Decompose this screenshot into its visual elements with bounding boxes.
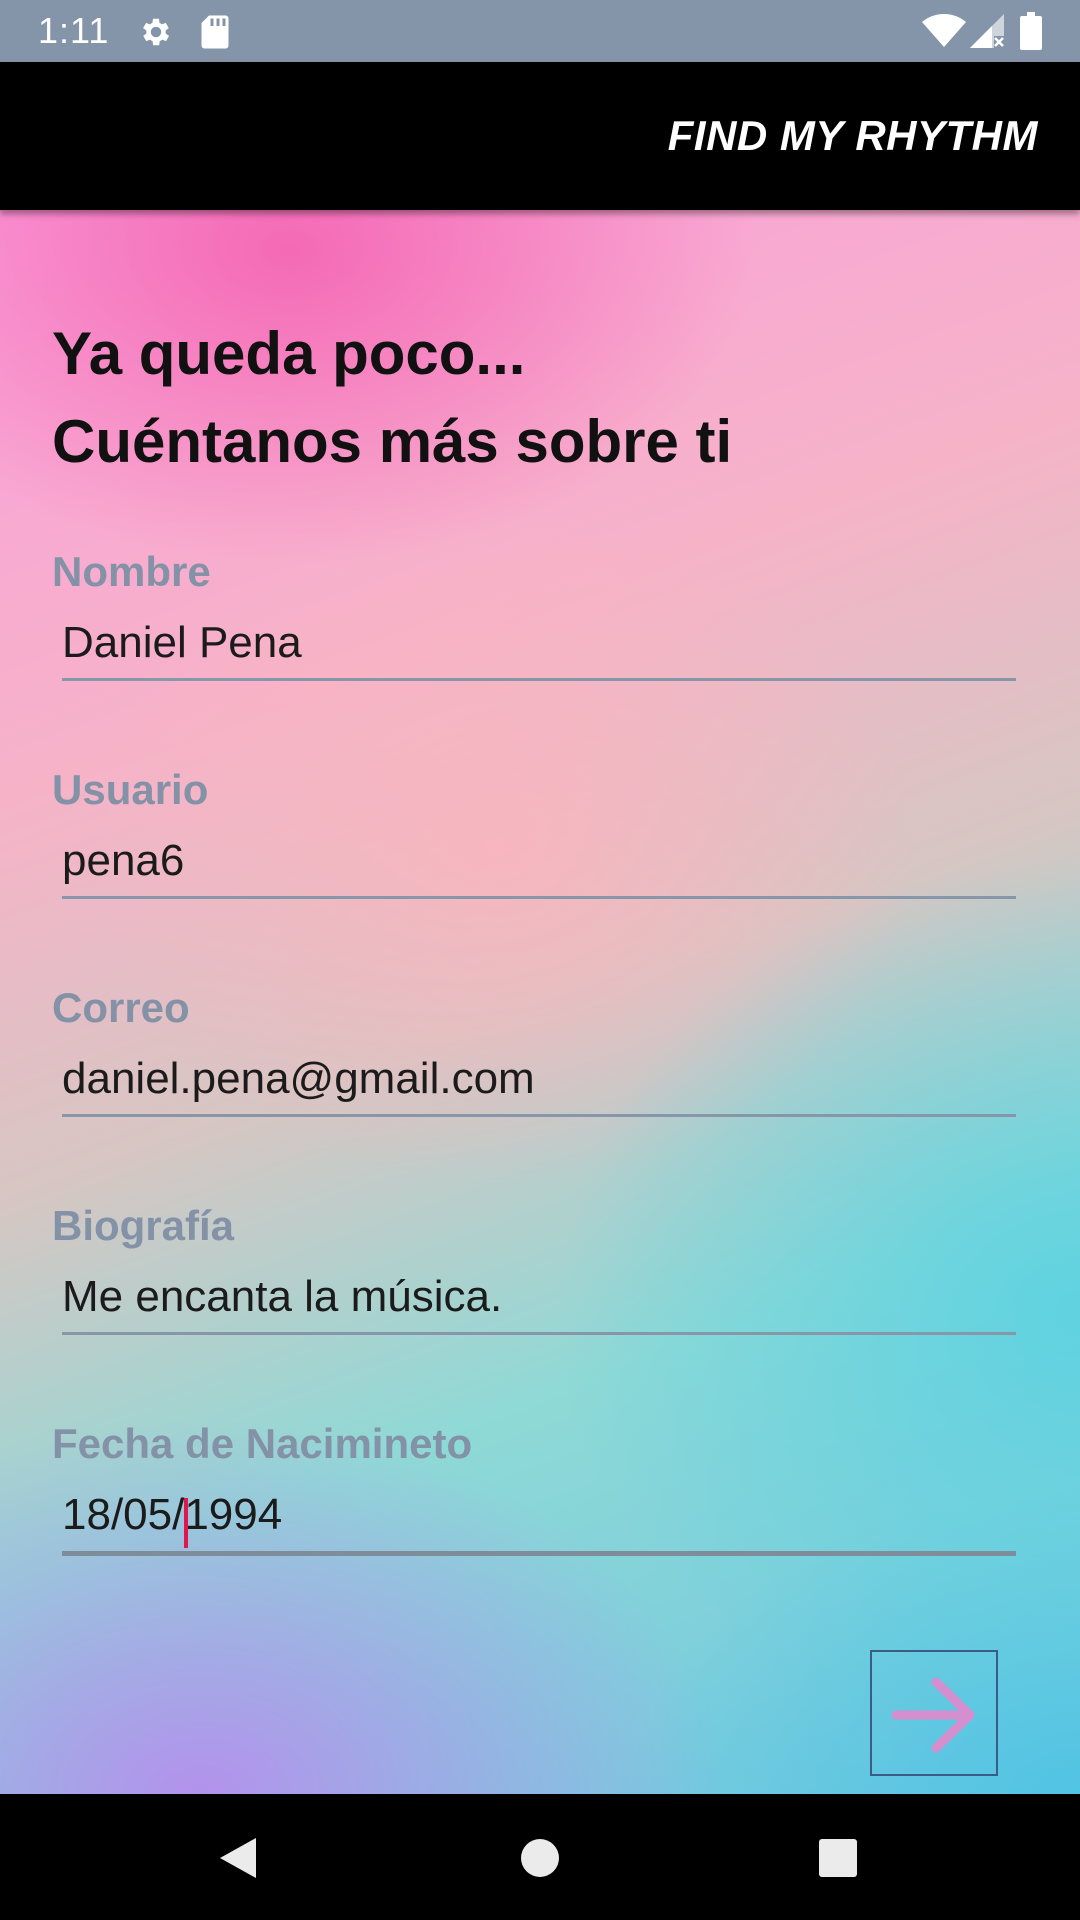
signal-icon — [970, 14, 1004, 48]
biografia-underline — [62, 1332, 1016, 1335]
fecha-label: Fecha de Nacimineto — [52, 1420, 473, 1467]
correo-label: Correo — [52, 984, 190, 1031]
home-icon[interactable] — [520, 1838, 560, 1878]
nombre-underline — [62, 678, 1016, 681]
arrow-right-icon — [891, 1677, 975, 1753]
gear-icon — [143, 18, 170, 46]
usuario-field[interactable]: pena6 — [62, 836, 1012, 886]
correo-field[interactable]: daniel.pena@gmail.com — [62, 1054, 1012, 1104]
next-button[interactable] — [870, 1650, 998, 1776]
recents-icon[interactable] — [818, 1838, 858, 1878]
back-icon[interactable] — [216, 1834, 260, 1882]
correo-underline — [62, 1114, 1016, 1117]
fecha-underline — [62, 1551, 1016, 1556]
app-bar: FIND MY RHYTHM — [0, 62, 1080, 210]
biografia-field[interactable]: Me encanta la música. — [62, 1272, 1012, 1322]
navigation-bar — [0, 1794, 1080, 1920]
status-time: 1:11 — [38, 10, 110, 51]
heading-line-1: Ya queda poco... — [52, 320, 526, 387]
biografia-label: Biografía — [52, 1202, 235, 1249]
wifi-icon — [922, 14, 966, 47]
nombre-field[interactable]: Daniel Pena — [62, 618, 1012, 668]
usuario-underline — [62, 896, 1016, 899]
fecha-field[interactable]: 18/05/1994 — [62, 1490, 1012, 1540]
usuario-label: Usuario — [52, 766, 209, 813]
app-title: FIND MY RHYTHM — [667, 112, 1038, 159]
battery-icon — [1020, 12, 1042, 50]
sd-card-icon — [201, 15, 229, 49]
status-bar: 1:11 — [0, 0, 1080, 62]
heading-line-2: Cuéntanos más sobre ti — [52, 408, 733, 475]
text-caret — [184, 1498, 188, 1548]
registration-form: Ya queda poco... Cuéntanos más sobre ti … — [0, 210, 1080, 1794]
nombre-label: Nombre — [52, 548, 211, 595]
